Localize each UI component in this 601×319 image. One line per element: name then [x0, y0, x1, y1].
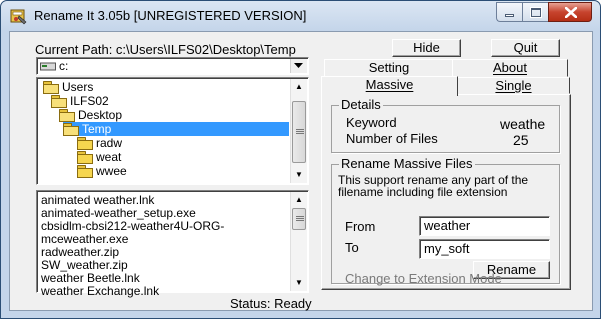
- app-icon: [10, 9, 27, 25]
- folder-icon: [77, 137, 93, 150]
- tree-item-radw[interactable]: radw: [77, 136, 122, 150]
- drive-dropdown-button[interactable]: [290, 59, 307, 73]
- to-label: To: [345, 240, 359, 255]
- from-label: From: [345, 219, 376, 234]
- tab-single[interactable]: Single: [457, 77, 570, 94]
- drive-icon: [40, 62, 56, 71]
- tree-scroll-thumb[interactable]: [292, 101, 306, 163]
- details-group: Details Keyword weathe Number of Files 2…: [331, 98, 560, 153]
- keyword-label: Keyword: [346, 115, 397, 130]
- close-button[interactable]: [548, 2, 592, 22]
- file-list-scrollbar[interactable]: ▲ ▼: [290, 192, 307, 291]
- tree-item-weat[interactable]: weat: [77, 150, 121, 164]
- maximize-button[interactable]: [522, 2, 548, 22]
- client-area: Current Path: c:\Users\ILFS02\Desktop\Te…: [9, 31, 593, 311]
- status-text: Status: Ready: [230, 296, 312, 311]
- rename-massive-description: This support rename any part of the file…: [338, 173, 529, 199]
- file-list[interactable]: animated weather.lnk animated-weather_se…: [36, 190, 309, 298]
- current-path-label: Current Path: c:\Users\ILFS02\Desktop\Te…: [35, 42, 296, 57]
- title-bar[interactable]: Rename It 3.05b [UNREGISTERED VERSION]: [1, 1, 600, 31]
- tree-item-temp[interactable]: Temp: [63, 122, 289, 136]
- quit-button[interactable]: Quit: [491, 39, 560, 57]
- to-input[interactable]: my_soft: [419, 239, 550, 259]
- folder-open-icon: [63, 123, 79, 136]
- tree-item-desktop[interactable]: Desktop: [59, 108, 122, 122]
- minimize-button[interactable]: [496, 2, 522, 22]
- close-icon: [565, 7, 577, 18]
- file-list-scroll-thumb[interactable]: [292, 208, 306, 230]
- folder-icon: [77, 151, 93, 164]
- extension-mode-toggle[interactable]: Change to Extension Mode: [345, 271, 502, 286]
- scroll-down-icon[interactable]: ▼: [291, 275, 307, 291]
- keyword-value: weathe: [500, 116, 546, 132]
- tree-item-ilfs02[interactable]: ILFS02: [51, 94, 109, 108]
- tree-item-users[interactable]: Users: [43, 80, 93, 94]
- folder-open-icon: [51, 95, 67, 108]
- rename-massive-group-title: Rename Massive Files: [339, 156, 475, 171]
- maximize-icon: [531, 8, 541, 17]
- app-window: Rename It 3.05b [UNREGISTERED VERSION] C…: [0, 0, 601, 319]
- tree-item-wwee[interactable]: wwee: [77, 164, 127, 178]
- scroll-up-icon[interactable]: ▲: [291, 192, 307, 208]
- tree-scrollbar[interactable]: ▲ ▼: [290, 79, 307, 183]
- folder-open-icon: [43, 81, 59, 94]
- window-title: Rename It 3.05b [UNREGISTERED VERSION]: [34, 8, 307, 23]
- folder-tree[interactable]: Users ILFS02 Desktop Temp radw weat wwee…: [36, 77, 309, 185]
- tab-about[interactable]: About: [452, 59, 568, 77]
- scroll-down-icon[interactable]: ▼: [291, 167, 307, 183]
- minimize-icon: [505, 14, 514, 17]
- folder-open-icon: [59, 109, 75, 122]
- file-count-label: Number of Files: [346, 131, 438, 146]
- tab-page-massive: Details Keyword weathe Number of Files 2…: [321, 94, 571, 290]
- tab-setting[interactable]: Setting: [324, 59, 454, 77]
- chevron-down-icon: [294, 63, 303, 68]
- scroll-up-icon[interactable]: ▲: [291, 79, 307, 95]
- details-group-title: Details: [339, 97, 383, 112]
- file-count-value: 25: [513, 132, 529, 148]
- folder-icon: [77, 165, 93, 178]
- rename-massive-group: Rename Massive Files This support rename…: [331, 157, 560, 286]
- status-bar: Status: Ready: [12, 296, 590, 311]
- drive-combo[interactable]: c:: [36, 57, 309, 75]
- drive-value: c:: [59, 59, 69, 73]
- hide-button[interactable]: Hide: [392, 39, 461, 57]
- tab-massive[interactable]: Massive: [321, 76, 458, 96]
- from-input[interactable]: weather: [419, 216, 550, 236]
